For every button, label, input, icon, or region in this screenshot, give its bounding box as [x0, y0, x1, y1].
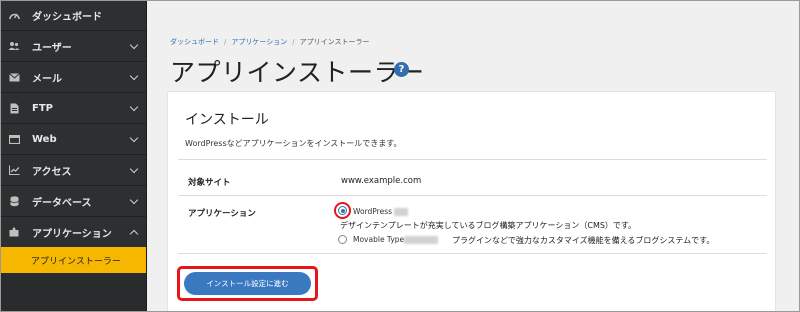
- sidebar-item-mail[interactable]: メール: [0, 62, 146, 93]
- sidebar-item-label: ダッシュボード: [32, 11, 102, 23]
- option-name-wordpress: WordPress: [353, 207, 393, 216]
- divider: [178, 195, 767, 196]
- divider: [178, 253, 767, 254]
- chevron-up-icon: [129, 229, 139, 239]
- main-content: ダッシュボード / アプリケーション / アプリインストーラー アプリインストーラー ?…: [148, 0, 800, 312]
- option-description-movable-type: プラグインなどで強力なカスタマイズ機能を備えるブログシステムです。: [452, 236, 715, 245]
- database-icon: [8, 195, 20, 207]
- gauge-icon: [8, 9, 20, 21]
- sidebar-item-access[interactable]: アクセス: [0, 155, 146, 186]
- sidebar-item-label: データベース: [32, 197, 92, 209]
- page-title: アプリインストーラー: [170, 58, 425, 87]
- breadcrumb-separator: /: [292, 38, 295, 46]
- blurred-version: [404, 236, 438, 244]
- sidebar-item-label: アクセス: [32, 166, 72, 178]
- users-icon: [8, 40, 20, 52]
- option-description-wordpress: デザインテンプレートが充実しているブログ構築アプリケーション（CMS）です。: [340, 221, 637, 230]
- chevron-down-icon: [129, 164, 139, 174]
- radio-movable-type[interactable]: [338, 235, 347, 244]
- sidebar-item-ftp[interactable]: FTP: [0, 93, 146, 124]
- blurred-version: [394, 208, 408, 216]
- sidebar-item-users[interactable]: ユーザー: [0, 31, 146, 62]
- envelope-icon: [8, 71, 20, 83]
- window-icon: [8, 133, 20, 145]
- sidebar-item-label: Web: [32, 133, 57, 145]
- breadcrumb-link-dashboard[interactable]: ダッシュボード: [170, 38, 219, 46]
- file-icon: [8, 102, 20, 114]
- chevron-down-icon: [129, 195, 139, 205]
- breadcrumb-link-application[interactable]: アプリケーション: [231, 38, 287, 46]
- line-chart-icon: [8, 164, 20, 176]
- application-label: アプリケーション: [188, 209, 256, 219]
- target-site-label: 対象サイト: [188, 178, 231, 188]
- sidebar-item-dashboard[interactable]: ダッシュボード: [0, 0, 146, 31]
- chevron-down-icon: [129, 71, 139, 81]
- sidebar-item-application[interactable]: アプリケーション: [0, 217, 146, 248]
- sidebar-item-database[interactable]: データベース: [0, 186, 146, 217]
- sidebar-subitem-app-installer[interactable]: アプリインストーラー: [0, 247, 146, 273]
- sidebar-item-label: ユーザー: [32, 42, 72, 54]
- breadcrumb-current: アプリインストーラー: [299, 38, 370, 46]
- sidebar-item-label: メール: [32, 73, 62, 85]
- card-description: WordPressなどアプリケーションをインストールできます。: [185, 139, 402, 148]
- breadcrumb-separator: /: [224, 38, 227, 46]
- chevron-down-icon: [129, 40, 139, 50]
- radio-wordpress[interactable]: [338, 206, 347, 215]
- puzzle-icon: [8, 226, 20, 238]
- submit-highlight-frame: インストール設定に進む: [177, 266, 318, 301]
- breadcrumb: ダッシュボード / アプリケーション / アプリインストーラー: [170, 37, 369, 47]
- chevron-down-icon: [129, 133, 139, 143]
- chevron-down-icon: [129, 102, 139, 112]
- option-name-movable-type: Movable Type: [353, 235, 405, 244]
- sidebar-empty-area: [0, 273, 146, 312]
- sidebar: ダッシュボード ユーザー メール FTP Web アクセス データベース アプリ…: [0, 0, 147, 312]
- help-icon[interactable]: ?: [394, 62, 409, 77]
- divider: [178, 159, 767, 160]
- card-title: インストール: [185, 112, 269, 128]
- sidebar-item-web[interactable]: Web: [0, 124, 146, 155]
- target-site-value: www.example.com: [341, 176, 422, 186]
- proceed-install-settings-button[interactable]: インストール設定に進む: [184, 272, 311, 295]
- sidebar-subitem-label: アプリインストーラー: [31, 256, 121, 267]
- sidebar-item-label: FTP: [32, 102, 53, 114]
- sidebar-item-label: アプリケーション: [32, 228, 112, 240]
